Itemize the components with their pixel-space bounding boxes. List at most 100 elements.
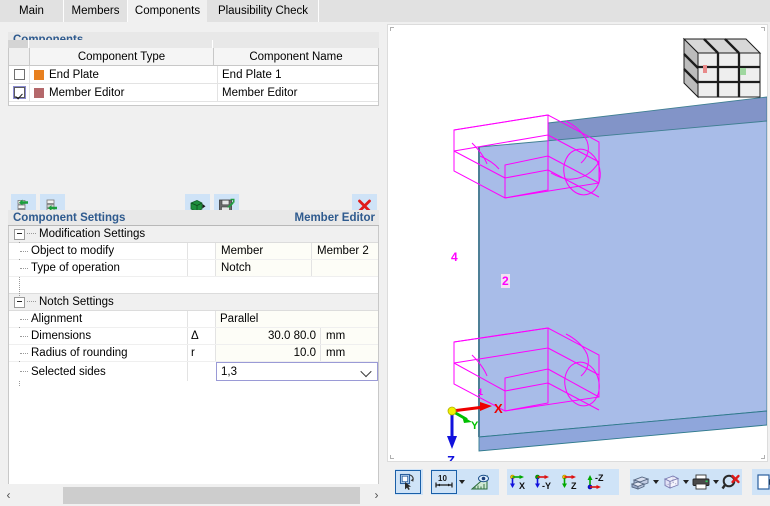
tab-main[interactable]: Main bbox=[0, 0, 64, 22]
clear-zoom-button[interactable] bbox=[720, 470, 742, 494]
type-of-operation-value: Notch bbox=[221, 262, 252, 274]
object-to-modify-value: Member bbox=[221, 245, 264, 257]
property-row-radius-of-rounding[interactable]: Radius of rounding r 10.0 mm bbox=[9, 345, 378, 362]
rendering-mode-dropdown[interactable] bbox=[652, 470, 660, 494]
property-label: Selected sides bbox=[9, 362, 187, 381]
end-plate-checkbox[interactable] bbox=[13, 69, 25, 80]
property-value-secondary[interactable]: Member 2 bbox=[311, 243, 378, 259]
header-checkbox-column bbox=[9, 48, 30, 65]
rendering-mode-button[interactable] bbox=[630, 470, 652, 494]
object-to-modify-label: Object to modify bbox=[31, 245, 115, 257]
collapse-icon[interactable] bbox=[14, 228, 25, 240]
property-value[interactable]: Parallel bbox=[215, 311, 378, 327]
model-viewport[interactable]: X Y Z 4 2 1 bbox=[388, 25, 767, 461]
property-row-alignment[interactable]: Alignment Parallel bbox=[9, 311, 378, 328]
axis-x-icon: X bbox=[510, 474, 525, 491]
toolbar-group-axis-views: X -Y Z -Z bbox=[507, 469, 619, 495]
axis-negative-z-icon: -Z bbox=[587, 473, 604, 490]
tab-components[interactable]: Components bbox=[128, 0, 208, 22]
member-label-2: 2 bbox=[501, 274, 510, 288]
property-unit: mm bbox=[320, 328, 378, 344]
ruler-eye-icon bbox=[470, 474, 489, 490]
toolbar-group-render bbox=[630, 469, 742, 495]
axis-negative-y-icon: -Y bbox=[535, 474, 551, 491]
scroll-right-arrow[interactable]: › bbox=[368, 487, 385, 504]
dimension-button[interactable]: 10 bbox=[431, 470, 457, 494]
collapse-icon[interactable] bbox=[14, 296, 25, 308]
panel-expand-icon bbox=[757, 474, 770, 490]
tab-main-label: Main bbox=[19, 5, 44, 17]
wireframe-button[interactable] bbox=[660, 470, 682, 494]
solid-blocks-icon bbox=[630, 476, 650, 490]
property-value[interactable]: 30.0 80.0 bbox=[215, 328, 320, 344]
dimension-10-icon: 10 bbox=[435, 474, 453, 488]
end-plate-type-label: End Plate bbox=[49, 68, 99, 81]
column-strip-type bbox=[29, 40, 213, 48]
selected-sides-dropdown[interactable]: 1,3 bbox=[216, 362, 378, 381]
view-toolbar: 10 X -Y Z -Z bbox=[387, 466, 770, 500]
scrollbar-thumb[interactable] bbox=[63, 486, 360, 504]
left-panel-horizontal-scrollbar[interactable]: ‹ › bbox=[0, 484, 385, 506]
view-in-negative-y-button[interactable]: -Y bbox=[533, 470, 559, 494]
end-plate-name-label: End Plate 1 bbox=[222, 68, 282, 81]
chevron-down-icon[interactable] bbox=[360, 365, 372, 378]
axis-z-icon: Z bbox=[562, 474, 577, 491]
components-table: Component Type Component Name End Plate … bbox=[8, 48, 379, 106]
property-symbol bbox=[187, 260, 215, 276]
property-row-selected-sides[interactable]: Selected sides 1,3 bbox=[9, 362, 378, 381]
table-row[interactable]: End Plate End Plate 1 bbox=[9, 66, 378, 84]
wireframe-dropdown[interactable] bbox=[682, 470, 690, 494]
radius-of-rounding-label: Radius of rounding bbox=[31, 347, 128, 359]
axis-label-z: Z bbox=[447, 453, 455, 461]
property-symbol bbox=[187, 362, 216, 381]
alignment-label: Alignment bbox=[31, 313, 83, 325]
view-in-negative-z-button[interactable]: -Z bbox=[585, 470, 611, 494]
viewport-corner-mark bbox=[390, 454, 395, 459]
property-symbol: r bbox=[187, 345, 215, 361]
header-component-type-label: Component Type bbox=[77, 50, 166, 63]
toggle-panel-button[interactable] bbox=[752, 470, 770, 494]
svg-text:-Y: -Y bbox=[542, 481, 551, 491]
axis-label-x: X bbox=[494, 401, 503, 416]
table-row[interactable]: Member Editor Member Editor bbox=[9, 84, 378, 102]
print-button[interactable] bbox=[690, 470, 712, 494]
component-table-column-strip bbox=[8, 40, 379, 48]
column-strip-name bbox=[213, 40, 379, 48]
member-editor-checkbox[interactable] bbox=[12, 86, 26, 99]
property-row-dimensions[interactable]: Dimensions Δ 30.0 80.0 mm bbox=[9, 328, 378, 345]
row-type-cell: Member Editor bbox=[30, 84, 218, 101]
tab-plausibility-check[interactable]: Plausibility Check bbox=[208, 0, 319, 22]
measure-button[interactable] bbox=[467, 470, 493, 494]
view-in-z-button[interactable]: Z bbox=[559, 470, 585, 494]
property-value[interactable]: Member bbox=[215, 243, 311, 259]
navigation-cube bbox=[682, 37, 762, 99]
member-label-4: 4 bbox=[451, 250, 458, 264]
member-label-1: 1 bbox=[478, 387, 484, 397]
viewport-corner-mark bbox=[390, 27, 395, 32]
group-header-notch-settings[interactable]: Notch Settings bbox=[9, 294, 378, 311]
scrollbar-track[interactable] bbox=[17, 486, 368, 504]
model-3d-scene: X Y Z bbox=[447, 37, 767, 461]
property-value-secondary[interactable] bbox=[311, 260, 378, 276]
header-component-name[interactable]: Component Name bbox=[214, 48, 378, 65]
property-value[interactable]: Notch bbox=[215, 260, 311, 276]
group-header-modification-settings[interactable]: Modification Settings bbox=[9, 226, 378, 243]
model-viewport-frame: X Y Z 4 2 1 bbox=[387, 24, 768, 462]
dimension-dropdown[interactable] bbox=[457, 470, 467, 494]
dimensions-label: Dimensions bbox=[31, 330, 92, 342]
tab-members[interactable]: Members bbox=[64, 0, 128, 22]
left-panel: Components Component Type Component Name bbox=[0, 22, 385, 506]
dimensions-value: 30.0 80.0 bbox=[268, 330, 316, 342]
select-objects-button[interactable] bbox=[395, 470, 421, 494]
property-value[interactable]: 10.0 bbox=[215, 345, 320, 361]
select-cursor-icon bbox=[399, 473, 414, 490]
component-settings-header: Component Settings Member Editor bbox=[8, 210, 379, 226]
scroll-left-arrow[interactable]: ‹ bbox=[0, 487, 17, 504]
property-row-type-of-operation[interactable]: Type of operation Notch bbox=[9, 260, 378, 277]
print-dropdown[interactable] bbox=[712, 470, 720, 494]
header-component-type[interactable]: Component Type bbox=[30, 48, 214, 65]
radius-of-rounding-unit: mm bbox=[326, 347, 346, 359]
row-checkbox-cell bbox=[9, 66, 30, 83]
view-in-x-button[interactable]: X bbox=[507, 470, 533, 494]
property-row-object-to-modify[interactable]: Object to modify Member Member 2 bbox=[9, 243, 378, 260]
